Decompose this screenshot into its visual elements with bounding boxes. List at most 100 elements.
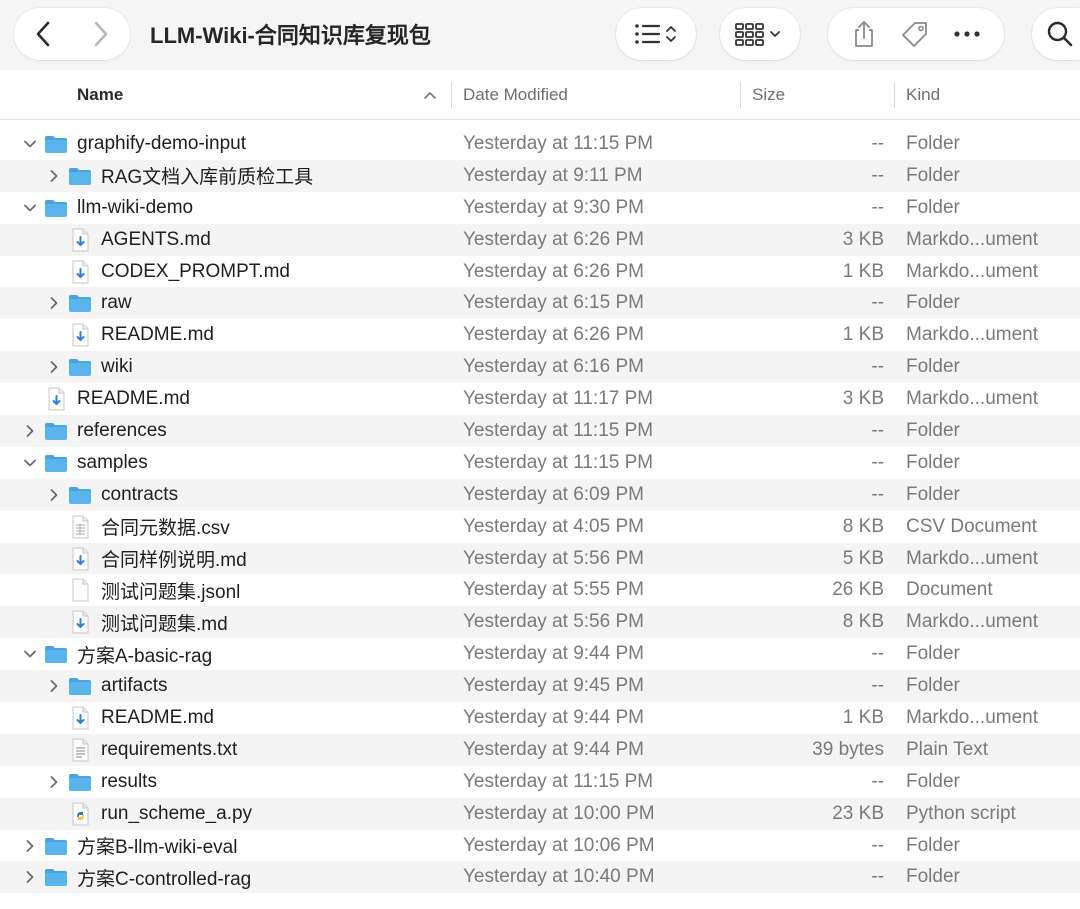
disclosure-chevron-right-icon[interactable] xyxy=(22,830,38,862)
file-kind: Folder xyxy=(906,164,960,186)
disclosure-chevron-down-icon[interactable] xyxy=(22,128,38,160)
file-kind: Folder xyxy=(906,834,960,856)
file-row[interactable]: llm-wiki-demo Yesterday at 9:30 PM -- Folde… xyxy=(0,192,1080,224)
file-row[interactable]: 测试问题集.jsonl Yesterday at 5:55 PM 26 KB Docu… xyxy=(0,574,1080,606)
back-button[interactable] xyxy=(14,8,72,60)
date-modified: Yesterday at 6:16 PM xyxy=(463,356,644,378)
markdown-file-icon xyxy=(44,383,68,415)
file-row[interactable]: 测试问题集.md Yesterday at 5:56 PM 8 KB Markdo..… xyxy=(0,606,1080,639)
list-view-button[interactable] xyxy=(616,8,696,60)
disclosure-chevron-right-icon[interactable] xyxy=(46,670,62,702)
column-separator[interactable] xyxy=(451,82,452,108)
grid-view-icon xyxy=(734,21,786,47)
file-size: 1 KB xyxy=(842,706,884,728)
csv-file-icon xyxy=(68,511,92,543)
file-row[interactable]: 方案A-basic-rag Yesterday at 9:44 PM -- Folde… xyxy=(0,638,1080,670)
folder-icon xyxy=(68,351,92,383)
file-row[interactable]: README.md Yesterday at 6:26 PM 1 KB Markdo.… xyxy=(0,319,1080,351)
share-icon[interactable] xyxy=(851,19,877,49)
date-modified: Yesterday at 9:11 PM xyxy=(463,164,643,186)
folder-icon xyxy=(44,830,68,862)
file-kind: Folder xyxy=(906,356,960,378)
disclosure-chevron-down-icon[interactable] xyxy=(22,192,38,224)
sort-ascending-icon[interactable] xyxy=(422,87,438,108)
disclosure-chevron-right-icon[interactable] xyxy=(22,861,38,893)
disclosure-chevron-right-icon[interactable] xyxy=(46,479,62,511)
date-modified: Yesterday at 9:45 PM xyxy=(463,675,644,697)
file-row[interactable]: 方案C-controlled-rag Yesterday at 10:40 PM -… xyxy=(0,861,1080,894)
file-row[interactable]: wiki Yesterday at 6:16 PM -- Folder xyxy=(0,351,1080,384)
file-size: -- xyxy=(871,419,884,441)
chevron-right-icon xyxy=(94,21,108,47)
file-name: CODEX_PROMPT.md xyxy=(101,260,290,282)
folder-icon xyxy=(44,638,68,670)
file-name: README.md xyxy=(101,706,214,728)
column-kind[interactable]: Kind xyxy=(906,70,940,120)
disclosure-chevron-down-icon[interactable] xyxy=(22,638,38,670)
file-name: references xyxy=(77,419,167,441)
date-modified: Yesterday at 10:00 PM xyxy=(463,802,655,824)
file-row[interactable]: artifacts Yesterday at 9:45 PM -- Folder xyxy=(0,670,1080,703)
file-row[interactable]: 方案B-llm-wiki-eval Yesterday at 10:06 PM --… xyxy=(0,830,1080,862)
markdown-file-icon xyxy=(68,543,92,575)
disclosure-chevron-right-icon[interactable] xyxy=(46,766,62,798)
file-row[interactable]: README.md Yesterday at 9:44 PM 1 KB Markdo.… xyxy=(0,702,1080,734)
disclosure-chevron-right-icon[interactable] xyxy=(22,415,38,447)
file-name: graphify-demo-input xyxy=(77,132,246,154)
column-size[interactable]: Size xyxy=(752,70,785,120)
file-name: 测试问题集.jsonl xyxy=(101,581,241,603)
folder-icon xyxy=(68,670,92,702)
file-row[interactable]: requirements.txt Yesterday at 9:44 PM 39 b… xyxy=(0,733,1080,766)
column-date-modified[interactable]: Date Modified xyxy=(463,70,568,120)
file-name: run_scheme_a.py xyxy=(101,802,253,824)
file-name: raw xyxy=(101,292,132,314)
search-icon xyxy=(1046,20,1074,48)
disclosure-chevron-right-icon[interactable] xyxy=(46,160,62,192)
file-row[interactable]: contracts Yesterday at 6:09 PM -- Folder xyxy=(0,478,1080,511)
folder-icon xyxy=(68,160,92,192)
file-row[interactable]: RAG文档入库前质检工具 Yesterday at 9:11 PM -- Folder xyxy=(0,159,1080,192)
toolbar: LLM-Wiki-合同知识库复现包 xyxy=(0,0,1080,70)
file-row[interactable]: CODEX_PROMPT.md Yesterday at 6:26 PM 1 KB M… xyxy=(0,256,1080,288)
column-name[interactable]: Name xyxy=(77,70,123,120)
file-name: 合同元数据.csv xyxy=(101,518,230,540)
file-kind: Markdo...ument xyxy=(906,228,1038,250)
file-name: RAG文档入库前质检工具 xyxy=(101,167,314,189)
disclosure-chevron-right-icon[interactable] xyxy=(46,351,62,383)
file-row[interactable]: run_scheme_a.py Yesterday at 10:00 PM 23 K… xyxy=(0,797,1080,830)
markdown-file-icon xyxy=(68,606,92,638)
file-name: llm-wiki-demo xyxy=(77,196,194,218)
tag-icon[interactable] xyxy=(899,19,931,49)
file-row[interactable]: samples Yesterday at 11:15 PM -- Folder xyxy=(0,447,1080,479)
file-row[interactable]: README.md Yesterday at 11:17 PM 3 KB Markdo… xyxy=(0,383,1080,415)
file-size: -- xyxy=(871,292,884,314)
file-row[interactable]: references Yesterday at 11:15 PM -- Folder xyxy=(0,415,1080,447)
forward-button[interactable] xyxy=(72,8,130,60)
folder-icon xyxy=(44,447,68,479)
date-modified: Yesterday at 11:15 PM xyxy=(463,132,654,154)
file-row[interactable]: 合同元数据.csv Yesterday at 4:05 PM 8 KB CSV Doc… xyxy=(0,511,1080,543)
file-row[interactable]: 合同样例说明.md Yesterday at 5:56 PM 5 KB Markdo.… xyxy=(0,542,1080,575)
file-size: 3 KB xyxy=(842,228,884,250)
file-kind: Folder xyxy=(906,451,960,473)
file-row[interactable]: results Yesterday at 11:15 PM -- Folder xyxy=(0,766,1080,798)
column-separator[interactable] xyxy=(894,82,895,108)
disclosure-chevron-down-icon[interactable] xyxy=(22,447,38,479)
more-icon[interactable] xyxy=(953,30,981,38)
file-row[interactable]: graphify-demo-input Yesterday at 11:15 PM… xyxy=(0,128,1080,160)
date-modified: Yesterday at 6:26 PM xyxy=(463,324,644,346)
file-row[interactable]: AGENTS.md Yesterday at 6:26 PM 3 KB Markdo.… xyxy=(0,223,1080,256)
file-kind: Folder xyxy=(906,132,960,154)
column-separator[interactable] xyxy=(740,82,741,108)
file-size: 3 KB xyxy=(842,388,884,410)
date-modified: Yesterday at 5:55 PM xyxy=(463,579,644,601)
disclosure-chevron-right-icon[interactable] xyxy=(46,287,62,319)
search-button[interactable] xyxy=(1032,8,1080,60)
file-kind: Folder xyxy=(906,770,960,792)
date-modified: Yesterday at 11:15 PM xyxy=(463,419,654,441)
file-kind: CSV Document xyxy=(906,515,1037,537)
folder-icon xyxy=(68,479,92,511)
file-row[interactable]: raw Yesterday at 6:15 PM -- Folder xyxy=(0,287,1080,320)
file-size: -- xyxy=(871,866,884,888)
grid-view-button[interactable] xyxy=(720,8,800,60)
